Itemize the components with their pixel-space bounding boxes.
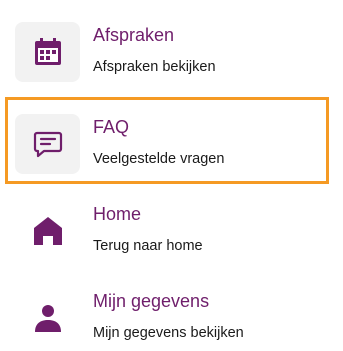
menu-item-title: Mijn gegevens <box>93 291 210 311</box>
menu-item-subtitle: Afspraken bekijken <box>93 59 216 75</box>
menu-item-subtitle: Terug naar home <box>93 238 203 254</box>
home-icon <box>33 217 62 245</box>
menu-item-title: Home <box>93 204 142 224</box>
icon-tile <box>15 288 80 348</box>
icon-tile <box>15 201 80 261</box>
menu-item-home[interactable]: Home Terug naar home <box>0 183 343 267</box>
menu-item-title: Afspraken <box>93 25 175 45</box>
icon-tile <box>15 114 80 174</box>
menu-item-subtitle: Veelgestelde vragen <box>93 151 225 167</box>
menu-item-mijn-gegevens[interactable]: Mijn gegevens Mijn gegevens bekijken <box>0 270 343 351</box>
icon-tile <box>15 22 80 82</box>
menu-item-faq[interactable]: FAQ Veelgestelde vragen <box>0 96 343 184</box>
menu-item-afspraken[interactable]: Afspraken Afspraken bekijken <box>0 4 343 88</box>
navigation-menu: Afspraken Afspraken bekijken FAQ Veelges… <box>0 0 343 351</box>
menu-item-subtitle: Mijn gegevens bekijken <box>93 325 244 341</box>
chat-bubble-icon <box>33 131 62 158</box>
user-icon <box>34 305 61 332</box>
menu-item-title: FAQ <box>93 117 130 137</box>
calendar-icon <box>34 38 61 65</box>
